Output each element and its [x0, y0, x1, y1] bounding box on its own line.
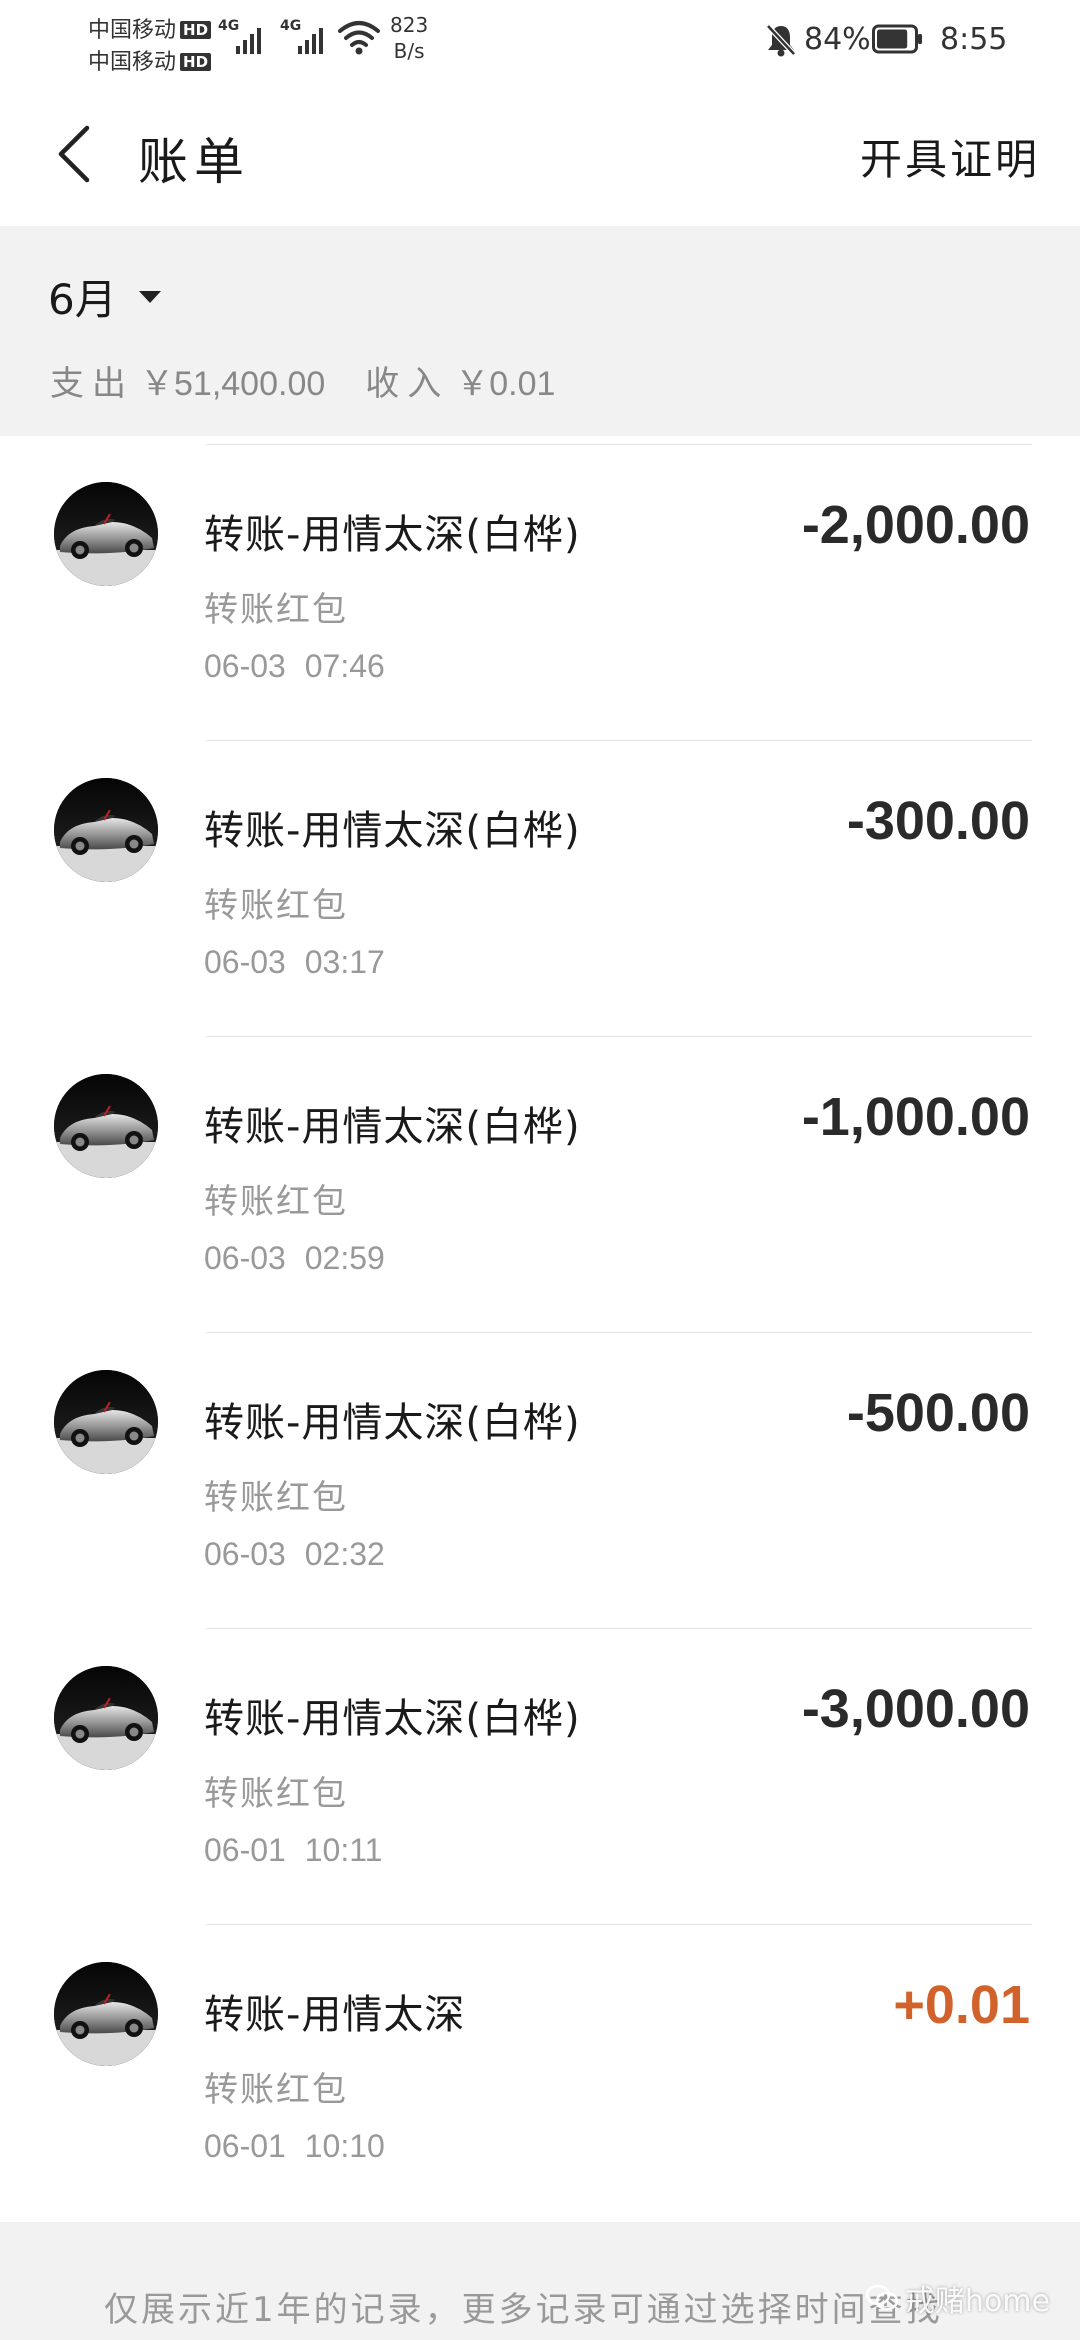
transaction-amount: -2,000.00	[801, 495, 1030, 555]
hd-badge: HD	[180, 21, 212, 39]
transaction-type: 转账红包	[204, 590, 348, 630]
bell-off-icon	[766, 24, 796, 57]
chevron-left-icon	[58, 125, 90, 183]
transaction-time: 06-03 02:59	[204, 1240, 385, 1276]
records-range-note: 仅展示近1年的记录，更多记录可通过选择时间查找	[104, 2290, 943, 2330]
transaction-amount: +0.01	[893, 1975, 1030, 2035]
transaction-name: 转账-用情太深(白桦)	[204, 1400, 581, 1446]
wechat-icon	[865, 2284, 899, 2311]
month-label: 6月	[48, 275, 117, 324]
transaction-amount: -1,000.00	[801, 1087, 1030, 1147]
battery-percent: 84%	[804, 22, 871, 57]
month-summary: 6月 支出 ￥51,400.00 收入 ￥0.01	[0, 226, 1080, 436]
car-avatar-image	[54, 1074, 158, 1178]
car-avatar-image	[54, 482, 158, 586]
back-button[interactable]	[40, 114, 110, 194]
transaction-type: 转账红包	[204, 1182, 348, 1222]
transaction-amount: -500.00	[846, 1383, 1030, 1443]
expense-label: 支出	[50, 364, 134, 404]
carrier-2-label: 中国移动	[88, 50, 177, 75]
transaction-row[interactable]: 转账-用情太深 转账红包 06-01 10:10 +0.01	[0, 1924, 1080, 2220]
avatar	[54, 1962, 158, 2066]
transaction-amount: -3,000.00	[801, 1679, 1030, 1739]
totals: 支出 ￥51,400.00 收入 ￥0.01	[50, 356, 555, 405]
transaction-row[interactable]: 转账-用情太深(白桦) 转账红包 06-03 03:17 -300.00	[0, 740, 1080, 1036]
net-speed-unit: B/s	[393, 39, 425, 63]
transaction-name: 转账-用情太深(白桦)	[204, 808, 581, 854]
signal-2-icon: 4G	[280, 18, 332, 58]
avatar	[54, 1666, 158, 1770]
net-speed: 823 B/s	[390, 12, 428, 64]
income-label: 收入	[365, 364, 450, 404]
wifi-icon	[338, 21, 380, 55]
transaction-type: 转账红包	[204, 2070, 348, 2110]
battery-icon	[872, 24, 922, 54]
transaction-row[interactable]: 转账-用情太深(白桦) 转账红包 06-03 02:32 -500.00	[0, 1332, 1080, 1628]
avatar	[54, 1074, 158, 1178]
divider	[206, 1036, 1032, 1037]
hd-badge: HD	[180, 53, 212, 71]
divider	[206, 1332, 1032, 1333]
transaction-type: 转账红包	[204, 1478, 348, 1518]
signal-1-icon: 4G	[218, 18, 270, 58]
transaction-row[interactable]: 转账-用情太深(白桦) 转账红包 06-03 02:59 -1,000.00	[0, 1036, 1080, 1332]
watermark-text: 戒赌home	[904, 2284, 1050, 2319]
watermark: 戒赌home	[865, 2276, 1050, 2320]
title-bar: 账单 开具证明	[0, 80, 1080, 226]
transaction-name: 转账-用情太深(白桦)	[204, 1104, 581, 1150]
car-avatar-image	[54, 1666, 158, 1770]
transaction-time: 06-03 03:17	[204, 944, 385, 980]
income-amount: ￥0.01	[455, 365, 556, 403]
car-avatar-image	[54, 778, 158, 882]
transaction-amount: -300.00	[846, 791, 1030, 851]
clock: 8:55	[940, 22, 1008, 57]
divider	[206, 444, 1032, 445]
transaction-name: 转账-用情太深(白桦)	[204, 1696, 581, 1742]
transaction-list: 转账-用情太深(白桦) 转账红包 06-03 07:46 -2,000.00 转…	[0, 444, 1080, 2220]
transaction-time: 06-01 10:11	[204, 1832, 383, 1868]
car-avatar-image	[54, 1962, 158, 2066]
transaction-type: 转账红包	[204, 886, 348, 926]
transaction-time: 06-03 02:32	[204, 1536, 385, 1572]
transaction-type: 转账红包	[204, 1774, 348, 1814]
carrier-1: 中国移动 HD	[88, 12, 212, 44]
transaction-name: 转账-用情太深	[204, 1992, 466, 2038]
car-avatar-image	[54, 1370, 158, 1474]
expense-amount: ￥51,400.00	[140, 365, 326, 403]
carrier-1-label: 中国移动	[88, 18, 177, 43]
caret-down-icon	[138, 290, 161, 303]
issue-certificate-button[interactable]: 开具证明	[860, 126, 1040, 187]
transaction-row[interactable]: 转账-用情太深(白桦) 转账红包 06-01 10:11 -3,000.00	[0, 1628, 1080, 1924]
divider	[206, 740, 1032, 741]
footer: 仅展示近1年的记录，更多记录可通过选择时间查找 戒赌home	[0, 2222, 1080, 2340]
carrier-2: 中国移动 HD	[88, 44, 212, 76]
avatar	[54, 1370, 158, 1474]
net-speed-value: 823	[390, 13, 429, 37]
month-selector[interactable]: 6月	[48, 266, 161, 327]
page-title: 账单	[138, 133, 250, 191]
transaction-time: 06-01 10:10	[204, 2128, 385, 2164]
transaction-name: 转账-用情太深(白桦)	[204, 512, 581, 558]
divider	[206, 1924, 1032, 1925]
transaction-row[interactable]: 转账-用情太深(白桦) 转账红包 06-03 07:46 -2,000.00	[0, 444, 1080, 740]
avatar	[54, 482, 158, 586]
avatar	[54, 778, 158, 882]
divider	[206, 1628, 1032, 1629]
status-bar: 中国移动 HD 中国移动 HD 4G 4G 823 B/s 84% 8:55	[0, 0, 1080, 80]
transaction-time: 06-03 07:46	[204, 648, 385, 684]
